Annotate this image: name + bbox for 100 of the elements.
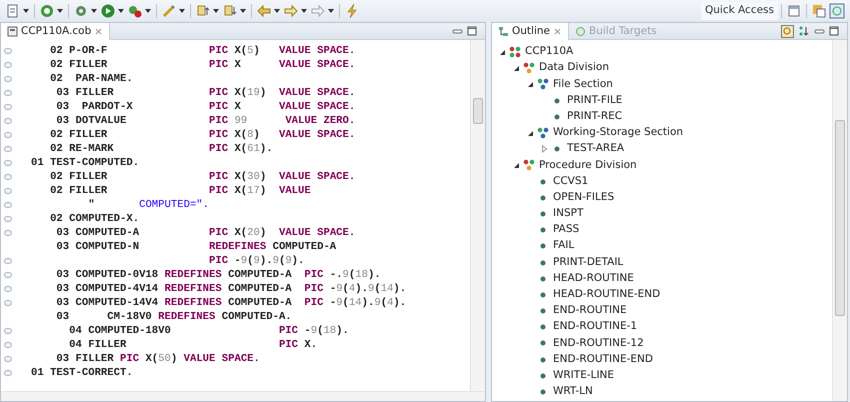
fold-marker-icon[interactable] bbox=[4, 300, 12, 306]
expanded-twisty-icon[interactable] bbox=[526, 80, 534, 88]
fold-marker-icon[interactable] bbox=[4, 104, 12, 110]
vertical-scrollbar[interactable] bbox=[832, 40, 847, 401]
caret-icon[interactable] bbox=[178, 8, 186, 14]
caret-icon[interactable] bbox=[144, 8, 152, 14]
fold-marker-icon[interactable] bbox=[4, 62, 12, 68]
outline-item[interactable]: WRITE-LINE bbox=[553, 368, 614, 384]
fold-marker-icon[interactable] bbox=[4, 132, 12, 138]
outline-item[interactable]: END-ROUTINE-12 bbox=[553, 336, 644, 352]
fold-marker-icon[interactable] bbox=[4, 328, 12, 334]
outline-item[interactable]: END-ROUTINE-1 bbox=[553, 319, 638, 336]
outline-item[interactable]: FAIL bbox=[553, 238, 574, 254]
division-icon bbox=[522, 61, 536, 76]
fold-marker-icon[interactable] bbox=[4, 272, 12, 278]
collapsed-twisty-icon[interactable] bbox=[540, 145, 548, 154]
outline-item[interactable]: HEAD-ROUTINE bbox=[553, 270, 634, 287]
outline-item[interactable]: PASS bbox=[553, 222, 580, 238]
fold-marker-icon[interactable] bbox=[4, 76, 12, 82]
expanded-twisty-icon[interactable] bbox=[526, 130, 534, 137]
fold-marker-icon[interactable] bbox=[4, 90, 12, 96]
outline-item[interactable]: PRINT-REC bbox=[567, 108, 622, 125]
fold-marker-icon[interactable] bbox=[4, 188, 12, 194]
link-toggle-icon[interactable] bbox=[781, 24, 794, 38]
outline-item[interactable]: CCVS1 bbox=[553, 174, 588, 190]
vertical-scrollbar[interactable] bbox=[470, 40, 485, 391]
caret-icon[interactable] bbox=[273, 8, 281, 14]
expanded-twisty-icon[interactable] bbox=[498, 48, 506, 56]
open-perspective-icon[interactable] bbox=[786, 3, 802, 19]
outline-item[interactable]: Data Division bbox=[539, 60, 610, 76]
fold-marker-icon[interactable] bbox=[4, 286, 12, 292]
code-line: PIC -9(9).9(9). bbox=[208, 254, 306, 268]
code-line: 03 COMPUTED-14V4 REDEFINES COMPUTED-A PIC -9(14).9(4). bbox=[55, 296, 408, 310]
code-line: 02 FILLER PIC X(17) VALUE bbox=[49, 184, 312, 198]
program-icon bbox=[508, 45, 522, 60]
fold-marker-icon[interactable] bbox=[4, 146, 12, 152]
fold-marker-icon[interactable] bbox=[4, 118, 12, 124]
fold-marker-icon[interactable] bbox=[4, 160, 12, 166]
outline-item[interactable]: CCP110A bbox=[525, 44, 574, 60]
outline-item[interactable]: END-ROUTINE bbox=[553, 303, 627, 319]
code-line: 02 FILLER PIC X(30) VALUE SPACE. bbox=[49, 170, 356, 184]
fold-marker-icon[interactable] bbox=[4, 174, 12, 180]
outline-item[interactable]: Procedure Division bbox=[539, 158, 637, 174]
maximize-icon[interactable] bbox=[829, 26, 839, 36]
run-icon[interactable] bbox=[100, 3, 116, 19]
fold-marker-icon[interactable] bbox=[4, 216, 12, 222]
section-icon bbox=[536, 126, 550, 140]
code-line: 02 PAR-NAME. bbox=[49, 72, 134, 86]
view-tab[interactable]: Outline bbox=[492, 23, 569, 40]
outline-item[interactable]: PRINT-FILE bbox=[567, 92, 622, 109]
outline-item[interactable]: INSPT bbox=[553, 206, 584, 222]
fold-marker-icon[interactable] bbox=[4, 370, 12, 376]
code-line: 03 COMPUTED-N REDEFINES COMPUTED-A bbox=[55, 240, 338, 254]
outline-item[interactable]: WRT-LN bbox=[553, 384, 593, 400]
fold-marker-icon[interactable] bbox=[4, 202, 12, 208]
division-icon bbox=[522, 158, 536, 172]
caret-icon[interactable] bbox=[117, 8, 125, 14]
code-line: " COMPUTED=". bbox=[87, 198, 210, 212]
caret-icon[interactable] bbox=[56, 8, 64, 14]
fold-marker-icon[interactable] bbox=[4, 356, 12, 362]
outline-item[interactable]: END-ROUTINE-END bbox=[553, 352, 653, 368]
code-line: 02 COMPUTED-X. bbox=[49, 212, 140, 226]
outline-item[interactable]: Working-Storage Section bbox=[553, 125, 684, 141]
caret-icon[interactable] bbox=[239, 8, 247, 14]
caret-icon[interactable] bbox=[22, 8, 30, 14]
code-line: 03 DOTVALUE PIC 99 VALUE ZERO. bbox=[55, 114, 356, 128]
caret-icon[interactable] bbox=[327, 8, 335, 14]
editor-tab[interactable]: CCP110A.cob bbox=[1, 23, 110, 40]
code-line: 02 FILLER PIC X VALUE SPACE. bbox=[49, 58, 356, 72]
caret-icon[interactable] bbox=[300, 8, 308, 14]
quick-access-field[interactable]: Quick Access bbox=[701, 2, 778, 20]
fold-marker-icon[interactable] bbox=[4, 48, 12, 54]
outline-item[interactable]: PRINT-DETAIL bbox=[553, 254, 624, 270]
outline-item[interactable]: TEST-AREA bbox=[567, 141, 624, 158]
code-line: 03 COMPUTED-4V14 REDEFINES COMPUTED-A PIC -9(4).9(14). bbox=[55, 282, 408, 296]
close-icon[interactable] bbox=[553, 27, 562, 36]
ring-icon[interactable] bbox=[39, 3, 55, 19]
close-icon[interactable] bbox=[94, 27, 104, 36]
section-icon bbox=[536, 77, 550, 92]
expanded-twisty-icon[interactable] bbox=[512, 64, 520, 72]
caret-icon[interactable] bbox=[90, 8, 98, 14]
horizontal-scrollbar[interactable] bbox=[1, 391, 485, 401]
fold-marker-icon[interactable] bbox=[4, 230, 12, 236]
perspective-icon[interactable] bbox=[811, 3, 827, 19]
code-line: 03 FILLER PIC X(19) VALUE SPACE. bbox=[55, 86, 356, 100]
code-line: 04 FILLER PIC X. bbox=[68, 338, 318, 352]
code-line: 03 COMPUTED-0V18 REDEFINES COMPUTED-A PIC -.9(18). bbox=[55, 268, 382, 282]
fold-marker-icon[interactable] bbox=[4, 258, 12, 264]
file-icon bbox=[7, 26, 18, 37]
outline-item[interactable]: HEAD-ROUTINE-END bbox=[553, 287, 660, 303]
caret-icon[interactable] bbox=[212, 8, 220, 14]
code-line: 02 P-OR-F PIC X(5) VALUE SPACE. bbox=[49, 44, 356, 58]
expanded-twisty-icon[interactable] bbox=[512, 162, 520, 169]
sort-icon[interactable] bbox=[798, 25, 810, 37]
outline-icon bbox=[498, 26, 509, 37]
outline-item[interactable]: File Section bbox=[553, 76, 613, 92]
code-line: 01 TEST-CORRECT. bbox=[31, 366, 134, 380]
maximize-icon[interactable] bbox=[467, 26, 477, 36]
outline-item[interactable]: OPEN-FILES bbox=[553, 190, 614, 206]
fold-marker-icon[interactable] bbox=[4, 342, 12, 348]
